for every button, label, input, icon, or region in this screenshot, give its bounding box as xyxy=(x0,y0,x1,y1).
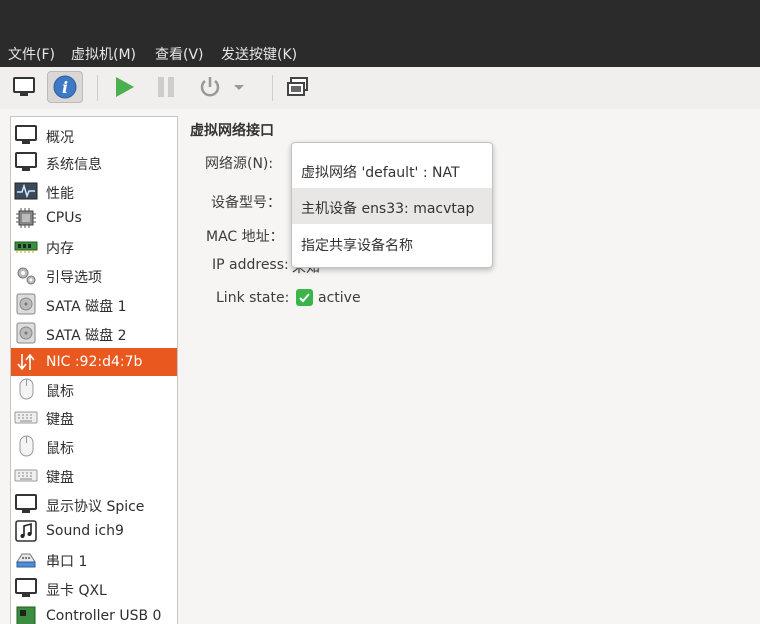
sidebar-item-label: 显卡 QXL xyxy=(46,583,107,599)
window-titlebar xyxy=(0,0,760,40)
sidebar-item[interactable]: 鼠标 xyxy=(11,432,177,460)
sidebar-item-label: 键盘 xyxy=(46,470,74,486)
section-title: 虚拟网络接口 xyxy=(190,123,274,139)
sidebar-item-label: Sound ich9 xyxy=(46,523,124,539)
sidebar-item-label: 鼠标 xyxy=(46,384,74,400)
sidebar-item-label: Controller USB 0 xyxy=(46,608,162,624)
hardware-list: 概况系统信息性能 CPUs 内存引导选项 SATA 磁盘 1 SATA 磁盘 2 NIC … xyxy=(10,116,178,624)
run-button[interactable] xyxy=(106,71,142,103)
toolbar: i xyxy=(0,67,760,109)
gears-icon xyxy=(14,264,38,286)
sidebar-item[interactable]: 内存 xyxy=(11,232,177,260)
shutdown-button[interactable] xyxy=(192,71,228,103)
menubar: 文件(F) 虚拟机(M) 查看(V) 发送按键(K) xyxy=(0,40,760,67)
dropdown-option-nat[interactable]: 虚拟网络 'default' : NAT xyxy=(292,152,492,188)
sidebar-item-label: SATA 磁盘 2 xyxy=(46,328,127,344)
network-source-dropdown: 虚拟网络 'default' : NAT 主机设备 ens33: macvtap… xyxy=(291,142,493,268)
play-icon xyxy=(116,77,134,97)
network-source-label: 网络源(N): xyxy=(205,156,274,172)
monitor-icon xyxy=(14,124,38,146)
sidebar-item[interactable]: SATA 磁盘 1 xyxy=(11,290,177,318)
menu-view[interactable]: 查看(V) xyxy=(155,44,204,64)
sidebar-item[interactable]: 键盘 xyxy=(11,403,177,431)
pause-icon xyxy=(158,77,174,97)
info-icon: i xyxy=(53,75,77,99)
sidebar-item-label: 引导选项 xyxy=(46,270,102,286)
sidebar-item-label: 系统信息 xyxy=(46,157,102,173)
sidebar-item[interactable]: 键盘 xyxy=(11,461,177,489)
dropdown-option-macvtap[interactable]: 主机设备 ens33: macvtap xyxy=(292,188,492,224)
details-button[interactable]: i xyxy=(47,71,83,103)
shutdown-menu-button[interactable] xyxy=(229,71,249,103)
sidebar-item-label: 显示协议 Spice xyxy=(46,499,145,515)
sidebar-item[interactable]: NIC :92:d4:7b xyxy=(11,348,177,376)
sidebar-item[interactable]: 串口 1 xyxy=(11,545,177,573)
fullscreen-button[interactable] xyxy=(280,71,316,103)
console-button[interactable] xyxy=(6,71,42,103)
menu-vm[interactable]: 虚拟机(M) xyxy=(71,44,136,64)
console-icon xyxy=(13,77,35,96)
link-state-checkbox[interactable] xyxy=(296,289,313,306)
mouse-icon xyxy=(14,435,38,457)
sidebar-item-label: 鼠标 xyxy=(46,441,74,457)
sidebar-item[interactable]: 概况 xyxy=(11,121,177,149)
sidebar-item[interactable]: Sound ich9 xyxy=(11,517,177,545)
ip-address-label: IP address: xyxy=(212,257,289,273)
svg-text:i: i xyxy=(62,78,68,97)
keyboard-icon xyxy=(14,406,38,428)
monitor-icon xyxy=(14,151,38,173)
sidebar-item[interactable]: 显卡 QXL xyxy=(11,574,177,602)
sidebar-item[interactable]: 系统信息 xyxy=(11,148,177,176)
sidebar-item-label: 概况 xyxy=(46,130,74,146)
screenshot-icon xyxy=(287,77,308,96)
sidebar-item-label: 键盘 xyxy=(46,412,74,428)
menu-file[interactable]: 文件(F) xyxy=(8,44,55,64)
sidebar-item-label: 串口 1 xyxy=(46,554,88,570)
performance-graph-icon xyxy=(14,180,38,202)
dropdown-arrow-icon xyxy=(234,85,244,90)
sidebar-item[interactable]: 鼠标 xyxy=(11,375,177,403)
mouse-icon xyxy=(14,378,38,400)
monitor-icon xyxy=(14,493,38,515)
dropdown-option-shared-device[interactable]: 指定共享设备名称 xyxy=(292,225,492,261)
sidebar-item[interactable]: 性能 xyxy=(11,177,177,205)
memory-module-icon xyxy=(14,235,38,257)
music-note-icon xyxy=(14,520,38,542)
power-icon xyxy=(200,77,220,97)
pause-button[interactable] xyxy=(148,71,184,103)
sidebar-item[interactable]: CPUs xyxy=(11,204,177,232)
disk-icon xyxy=(14,293,38,315)
sidebar-item-label: 性能 xyxy=(46,186,74,202)
toolbar-separator xyxy=(272,75,273,101)
mac-address-label: MAC 地址： xyxy=(206,229,284,245)
serial-port-icon xyxy=(14,548,38,570)
link-state-label: Link state: xyxy=(216,290,290,306)
sidebar-item[interactable]: SATA 磁盘 2 xyxy=(11,319,177,347)
menu-sendkey[interactable]: 发送按键(K) xyxy=(221,44,297,64)
sidebar-item-label: NIC :92:d4:7b xyxy=(46,354,143,370)
keyboard-icon xyxy=(14,464,38,486)
sidebar-item-label: 内存 xyxy=(46,241,74,257)
controller-card-icon xyxy=(14,605,38,624)
network-arrows-icon xyxy=(14,351,38,373)
cpu-chip-icon xyxy=(14,207,38,229)
sidebar-item[interactable]: 引导选项 xyxy=(11,261,177,289)
sidebar-item[interactable]: Controller USB 0 xyxy=(11,602,177,624)
sidebar-item[interactable]: 显示协议 Spice xyxy=(11,490,177,518)
toolbar-separator xyxy=(97,75,98,101)
link-state-value: active xyxy=(318,290,361,306)
device-model-label: 设备型号： xyxy=(211,195,281,211)
monitor-icon xyxy=(14,577,38,599)
disk-icon xyxy=(14,322,38,344)
checkmark-icon xyxy=(299,293,310,303)
sidebar-item-label: SATA 磁盘 1 xyxy=(46,299,127,315)
sidebar-item-label: CPUs xyxy=(46,210,82,226)
